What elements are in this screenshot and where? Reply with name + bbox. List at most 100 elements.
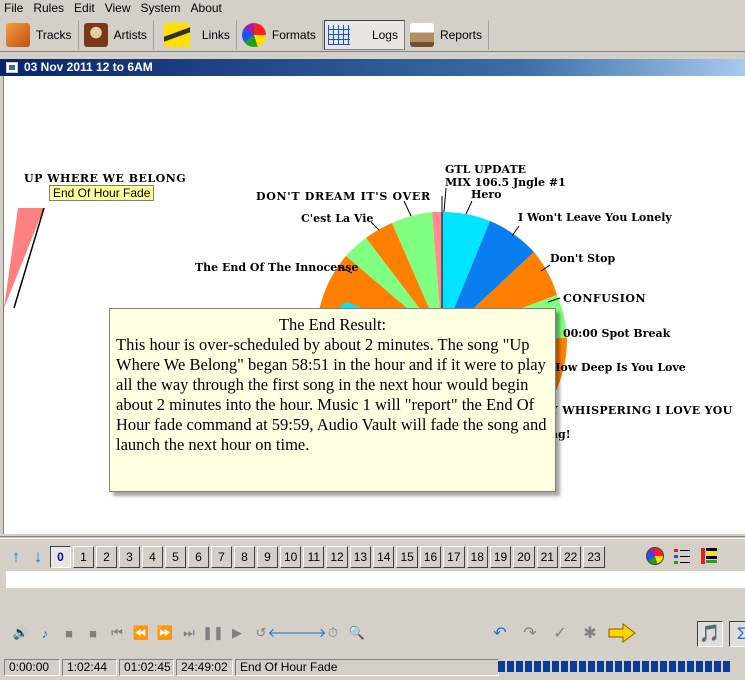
cancel-icon[interactable]: ✱ bbox=[577, 621, 603, 645]
stop-icon[interactable]: ■ bbox=[58, 621, 80, 645]
audio-tools-icon[interactable]: 🎵 bbox=[697, 621, 723, 647]
clock-label-hero: Hero bbox=[471, 188, 502, 201]
hour-button-16[interactable]: 16 bbox=[419, 546, 442, 568]
list-view-icon[interactable] bbox=[671, 545, 693, 567]
artists-button[interactable]: Artists bbox=[80, 19, 154, 50]
formats-button[interactable]: Formats bbox=[238, 19, 323, 50]
links-button[interactable]: Links bbox=[155, 19, 237, 50]
hour-button-12[interactable]: 12 bbox=[326, 546, 348, 568]
progress-segment bbox=[498, 661, 505, 672]
hour-button-7[interactable]: 7 bbox=[211, 546, 232, 568]
artist-portrait-icon bbox=[83, 22, 108, 47]
skip-start-icon[interactable]: ⏮ bbox=[106, 621, 128, 645]
hour-button-6[interactable]: 6 bbox=[188, 546, 209, 568]
reports-button[interactable]: Reports bbox=[406, 19, 489, 50]
hour-button-8[interactable]: 8 bbox=[234, 546, 255, 568]
hour-button-14[interactable]: 14 bbox=[373, 546, 395, 568]
progress-segment bbox=[507, 661, 514, 672]
progress-segment bbox=[516, 661, 523, 672]
status-elapsed: 0:00:00 bbox=[4, 658, 60, 676]
play-icon[interactable]: ▶ bbox=[226, 621, 248, 645]
hour-button-21[interactable]: 21 bbox=[536, 546, 558, 568]
check-icon[interactable]: ✓ bbox=[547, 621, 573, 645]
move-down-button[interactable]: ↓ bbox=[28, 546, 48, 568]
hour-button-4[interactable]: 4 bbox=[142, 546, 163, 568]
note-body: This hour is over-scheduled by about 2 m… bbox=[116, 335, 547, 454]
tracks-button[interactable]: Tracks bbox=[2, 19, 79, 50]
hour-button-17[interactable]: 17 bbox=[443, 546, 465, 568]
undo-icon[interactable]: ↶ bbox=[487, 621, 513, 645]
app-window: File Rules Edit View System About Tracks… bbox=[0, 0, 745, 680]
menu-rules[interactable]: Rules bbox=[29, 0, 70, 17]
hour-button-0[interactable]: 0 bbox=[50, 546, 71, 568]
progress-segment bbox=[642, 661, 649, 672]
explanation-note: The End Result: This hour is over-schedu… bbox=[109, 308, 556, 492]
hour-button-3[interactable]: 3 bbox=[119, 546, 140, 568]
edit-controls: ↶ ↷ ✓ ✱ bbox=[487, 621, 637, 645]
progress-segment bbox=[606, 661, 613, 672]
menu-file[interactable]: File bbox=[0, 0, 29, 17]
color-grid-icon bbox=[701, 548, 717, 564]
volume-icon[interactable]: 🔊 bbox=[10, 621, 32, 645]
progress-segment bbox=[660, 661, 667, 672]
go-arrow-icon[interactable] bbox=[607, 621, 637, 645]
formats-pie-icon bbox=[241, 22, 266, 47]
menu-about[interactable]: About bbox=[187, 0, 228, 17]
end-of-hour-fade-badge[interactable]: End Of Hour Fade bbox=[49, 185, 155, 201]
hour-button-5[interactable]: 5 bbox=[165, 546, 186, 568]
progress-segment bbox=[624, 661, 631, 672]
hour-button-9[interactable]: 9 bbox=[257, 546, 278, 568]
hour-buttons: 0 1 2 3 4 5 6 7 8 9 10 11 12 13 14 15 16 17 18 19 20 21 22 23 bbox=[50, 546, 605, 568]
reports-printer-icon bbox=[409, 22, 434, 47]
hour-button-1[interactable]: 1 bbox=[73, 546, 94, 568]
redo-icon[interactable]: ↷ bbox=[517, 621, 543, 645]
search-icon[interactable]: 🔍 bbox=[346, 621, 368, 645]
arrow-right-icon[interactable]: 🡒 bbox=[292, 621, 327, 645]
links-label: Links bbox=[201, 27, 230, 42]
fast-forward-icon[interactable]: ⏩ bbox=[154, 621, 176, 645]
status-current: End Of Hour Fade bbox=[235, 658, 499, 676]
hour-button-23[interactable]: 23 bbox=[583, 546, 605, 568]
panel-divider[interactable] bbox=[0, 536, 745, 539]
menu-bar: File Rules Edit View System About bbox=[0, 0, 745, 17]
view-icons bbox=[644, 545, 720, 567]
clock-icon[interactable]: ⏱ bbox=[322, 621, 344, 645]
hour-button-20[interactable]: 20 bbox=[513, 546, 535, 568]
clock-label-cest-la-vie: C'est La Vie bbox=[301, 212, 373, 225]
stop-icon-2[interactable]: ■ bbox=[82, 621, 104, 645]
extra-controls: 🎵 Σ bbox=[697, 621, 745, 647]
prev-song-title: UP WHERE WE BELONG bbox=[24, 172, 187, 185]
hour-button-19[interactable]: 19 bbox=[489, 546, 512, 568]
hour-button-15[interactable]: 15 bbox=[396, 546, 418, 568]
hour-button-13[interactable]: 13 bbox=[349, 546, 372, 568]
window-icon bbox=[6, 62, 18, 73]
menu-system[interactable]: System bbox=[137, 0, 187, 17]
skip-end-icon[interactable]: ⏭ bbox=[178, 621, 200, 645]
music-note-icon[interactable]: ♪ bbox=[34, 621, 56, 645]
rewind-icon[interactable]: ⏪ bbox=[130, 621, 152, 645]
info-strip bbox=[6, 571, 745, 588]
clock-wedge-prev-hour bbox=[4, 208, 44, 308]
progress-segment bbox=[570, 661, 577, 672]
hour-button-18[interactable]: 18 bbox=[466, 546, 488, 568]
format-clock-view-icon[interactable] bbox=[644, 545, 666, 567]
clock-label-dont-dream: DON'T DREAM IT'S OVER bbox=[256, 190, 431, 203]
pause-icon[interactable]: ❚❚ bbox=[202, 621, 224, 645]
clock-label-how-deep: How Deep Is You Love bbox=[550, 361, 686, 374]
logs-button[interactable]: Logs bbox=[323, 19, 405, 50]
menu-edit[interactable]: Edit bbox=[70, 0, 101, 17]
note-title: The End Result: bbox=[278, 315, 387, 334]
artists-label: Artists bbox=[113, 27, 147, 42]
sum-icon[interactable]: Σ bbox=[729, 621, 745, 647]
move-up-button[interactable]: ↑ bbox=[6, 546, 26, 568]
clock-label-mix-jingle: MIX 106.5 Jngle #1 bbox=[445, 176, 566, 189]
hour-button-10[interactable]: 10 bbox=[280, 546, 302, 568]
main-toolbar: Tracks Artists Links Formats Logs Report… bbox=[0, 18, 745, 52]
menu-view[interactable]: View bbox=[101, 0, 137, 17]
grid-view-icon[interactable] bbox=[698, 545, 720, 567]
hour-button-22[interactable]: 22 bbox=[559, 546, 582, 568]
hour-button-2[interactable]: 2 bbox=[96, 546, 117, 568]
hour-button-11[interactable]: 11 bbox=[303, 546, 325, 568]
progress-segment bbox=[543, 661, 550, 672]
progress-segment bbox=[705, 661, 712, 672]
